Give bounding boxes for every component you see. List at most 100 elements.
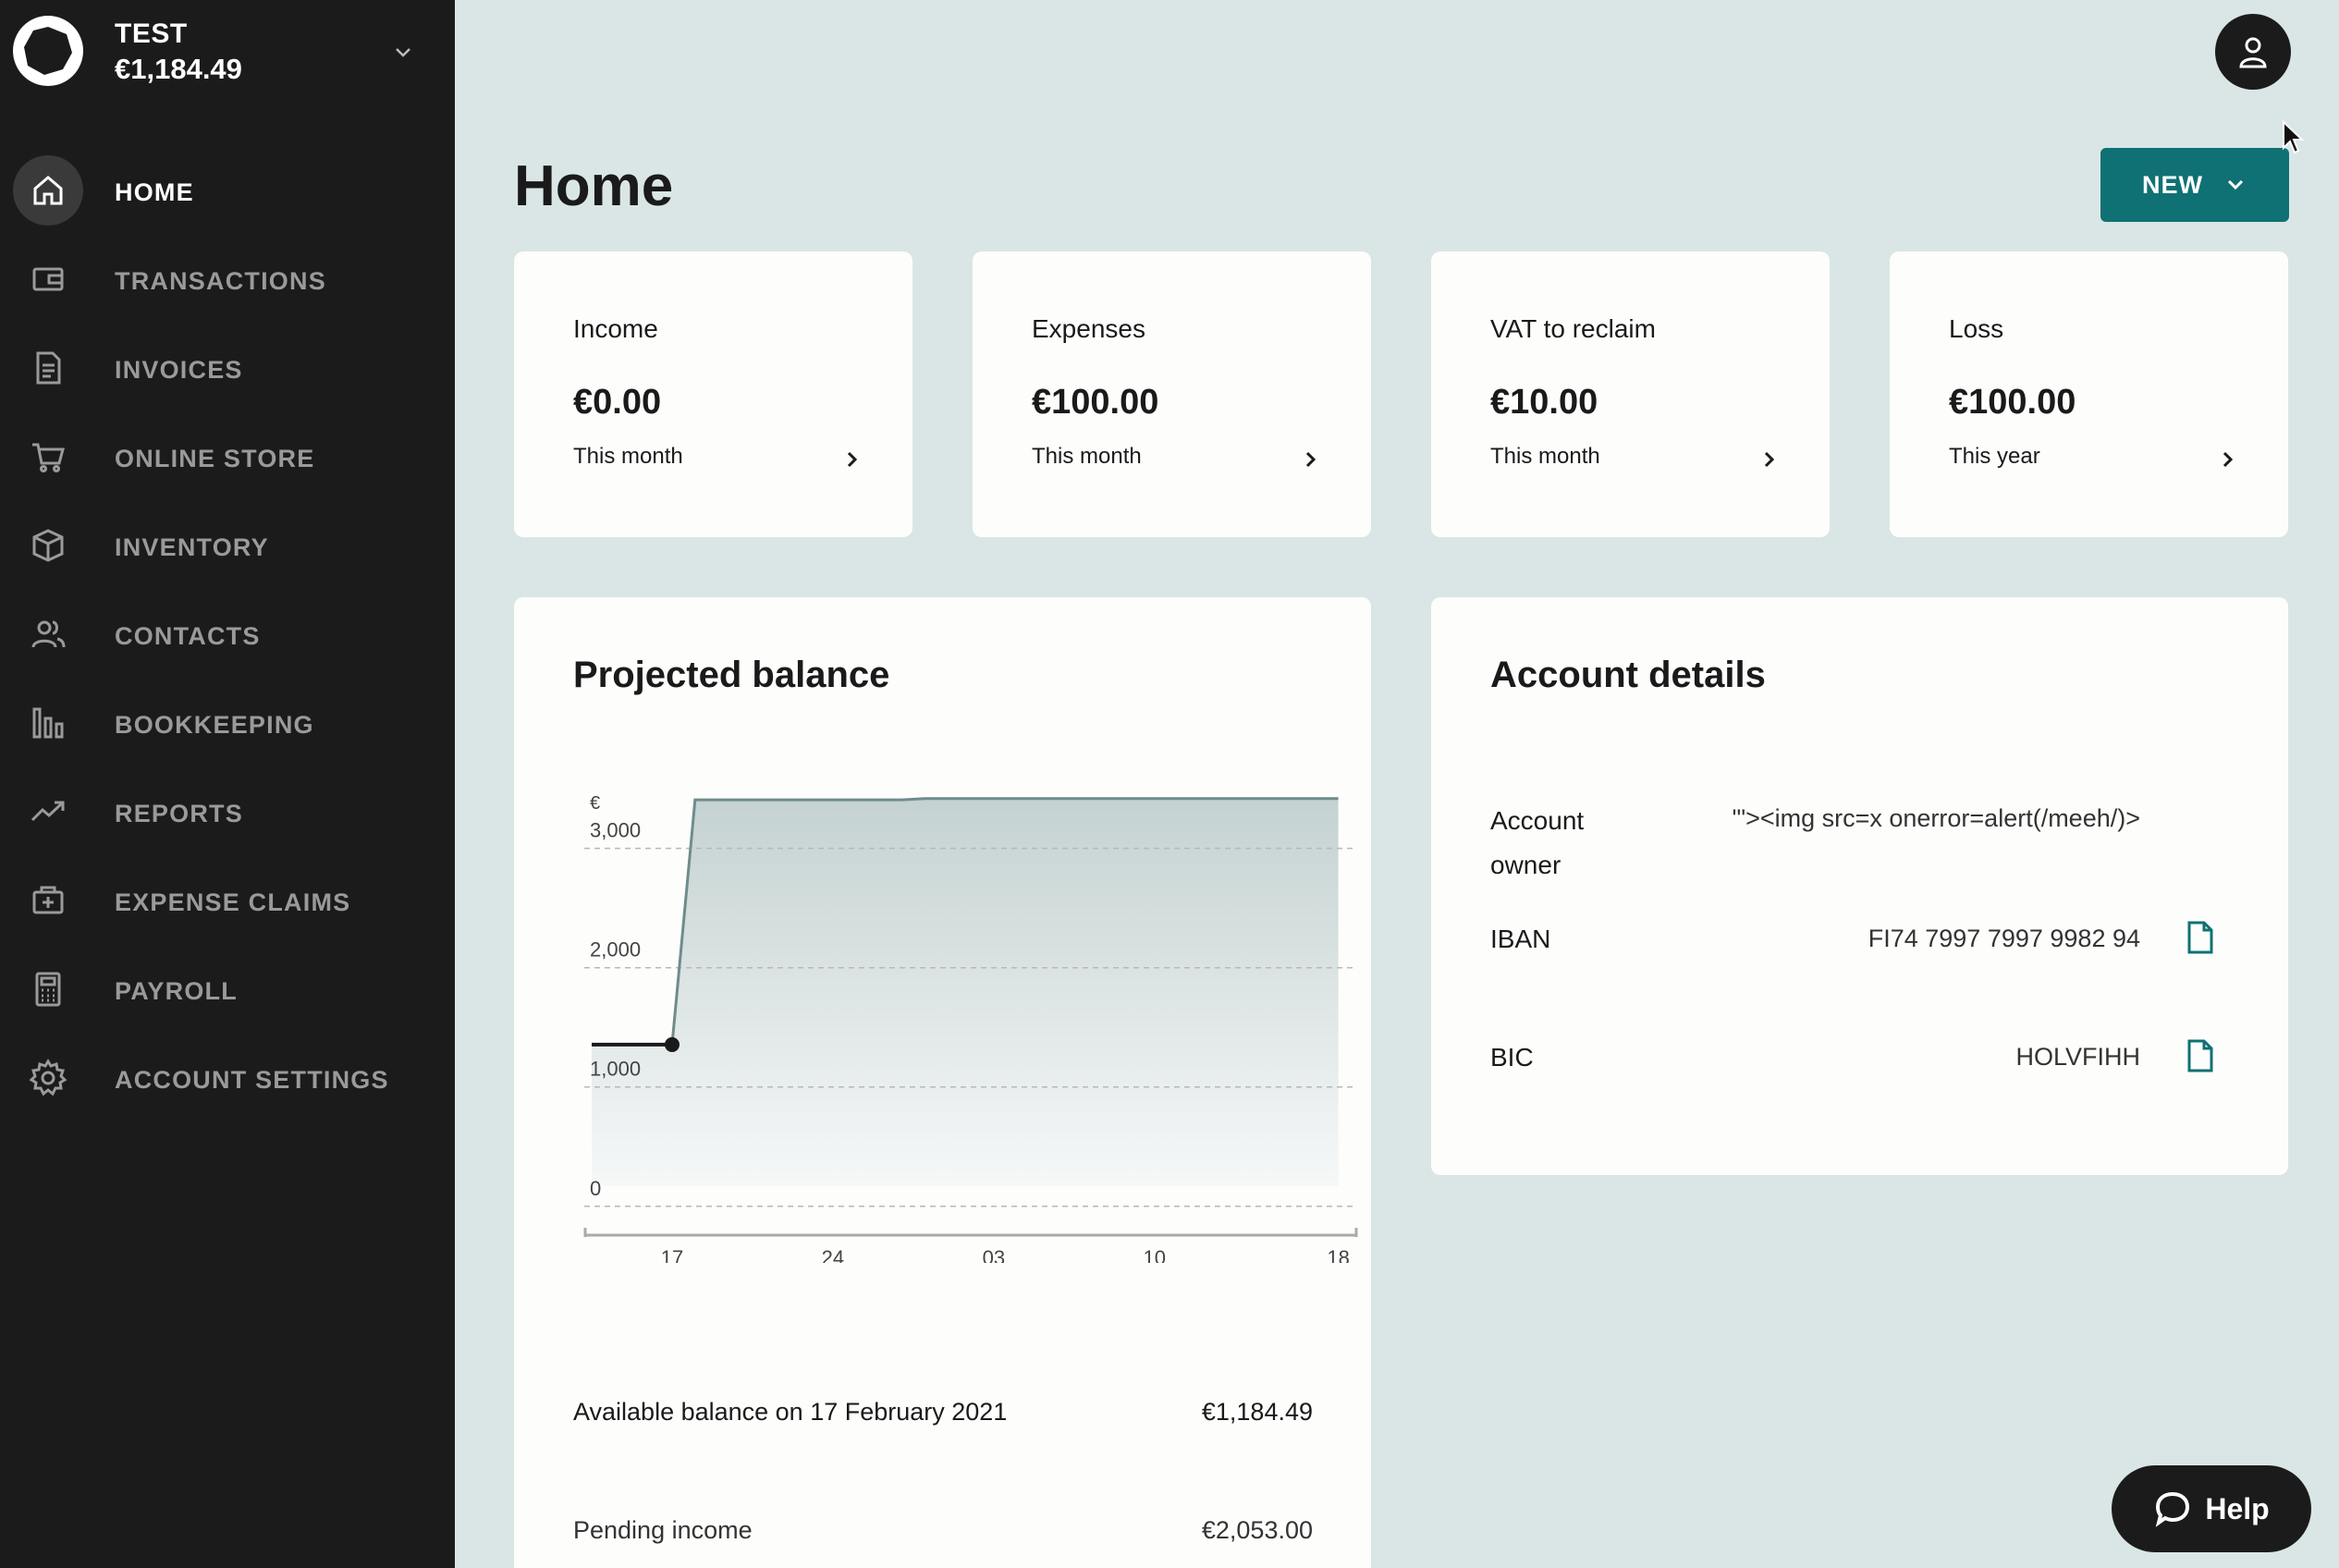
available-balance-label: Available balance on 17 February 2021 (573, 1398, 1008, 1426)
stat-card-vat[interactable]: VAT to reclaim €10.00 This month (1431, 251, 1830, 537)
pending-income-value: €2,053.00 (1201, 1516, 1313, 1544)
sidebar-item-label: CONTACTS (115, 621, 261, 650)
user-icon (2239, 37, 2267, 68)
sidebar-item-label: REPORTS (115, 799, 243, 827)
sidebar-item-online-store[interactable]: ONLINE STORE (0, 414, 455, 503)
chevron-right-icon (2223, 451, 2234, 468)
y-tick-label: 2,000 (590, 938, 641, 962)
available-balance-value: €1,184.49 (1201, 1398, 1313, 1426)
users-icon (13, 599, 83, 669)
projected-balance-chart: €01,0002,0003,00017Feb2403Mar1018 (583, 793, 1358, 1263)
sidebar-item-expense-claims[interactable]: EXPENSE CLAIMS (0, 858, 455, 947)
sidebar-nav: HOME TRANSACTIONS INVOICES ONLINE STORE … (0, 148, 455, 1124)
account-owner-value: '"><img src=x onerror=alert(/meeh/)> (1732, 804, 2140, 832)
sidebar-item-bookkeeping[interactable]: BOOKKEEPING (0, 680, 455, 769)
document-icon (13, 333, 83, 403)
chevron-down-icon (2227, 179, 2244, 190)
mouse-cursor-icon (2283, 120, 2304, 154)
x-tick-label: 17 (661, 1246, 683, 1263)
panel-title: Account details (1490, 655, 1766, 695)
panel-title: Projected balance (573, 655, 890, 695)
sidebar-item-label: EXPENSE CLAIMS (115, 888, 351, 916)
stat-period: This month (1490, 444, 1600, 469)
wallet-icon (13, 244, 83, 314)
sidebar-item-label: ONLINE STORE (115, 444, 315, 472)
sidebar-item-label: HOME (115, 178, 194, 206)
y-tick-label: 3,000 (590, 819, 641, 842)
new-button-label: NEW (2142, 170, 2203, 199)
account-balance: €1,184.49 (115, 53, 242, 85)
copy-iban-icon[interactable] (2182, 919, 2219, 956)
calculator-icon (13, 954, 83, 1024)
projected-area (592, 798, 1339, 1186)
stat-card-loss[interactable]: Loss €100.00 This year (1890, 251, 2288, 537)
iban-value: FI74 7997 7997 9982 94 (1868, 925, 2140, 952)
home-icon (13, 155, 83, 226)
chevron-down-icon[interactable] (388, 37, 418, 67)
box-icon (13, 510, 83, 581)
new-button[interactable]: NEW (2100, 148, 2289, 222)
copy-bic-icon[interactable] (2182, 1037, 2219, 1074)
projected-balance-panel: Projected balance €01,0002,0003,00017Feb… (514, 597, 1371, 1568)
sidebar: TEST €1,184.49 HOME TRANSACTIONS INVOICE… (0, 0, 455, 1568)
stat-period: This month (1032, 444, 1142, 469)
sidebar-item-payroll[interactable]: PAYROLL (0, 947, 455, 1035)
sidebar-item-inventory[interactable]: INVENTORY (0, 503, 455, 592)
bar-chart-icon (13, 688, 83, 758)
sidebar-item-home[interactable]: HOME (0, 148, 455, 237)
pending-income-row: Pending income €2,053.00 (573, 1516, 1313, 1545)
sidebar-item-transactions[interactable]: TRANSACTIONS (0, 237, 455, 325)
stat-label: Expenses (1032, 314, 1145, 343)
brand-logo-icon (13, 16, 83, 86)
chevron-right-icon (1305, 451, 1316, 468)
cart-icon (13, 422, 83, 492)
chat-bubble-icon (2156, 1491, 2190, 1527)
help-label: Help (2205, 1491, 2270, 1525)
x-tick-label: 24 (822, 1246, 844, 1263)
sidebar-item-reports[interactable]: REPORTS (0, 769, 455, 858)
chevron-right-icon (847, 451, 858, 468)
pending-income-label: Pending income (573, 1516, 753, 1544)
stat-label: Income (573, 314, 658, 343)
trend-icon (13, 777, 83, 847)
sidebar-item-label: PAYROLL (115, 976, 238, 1005)
sidebar-item-invoices[interactable]: INVOICES (0, 325, 455, 414)
page-title: Home (514, 154, 674, 218)
stat-period: This year (1949, 444, 2040, 469)
user-avatar-button[interactable] (2215, 14, 2291, 90)
sidebar-item-label: INVENTORY (115, 533, 269, 561)
y-tick-label: 0 (590, 1177, 601, 1200)
stat-label: Loss (1949, 314, 2004, 343)
stat-value: €10.00 (1490, 383, 1598, 422)
x-tick-label: 10 (1144, 1246, 1166, 1263)
account-switcher[interactable]: TEST €1,184.49 (0, 0, 455, 106)
stat-card-income[interactable]: Income €0.00 This month (514, 251, 912, 537)
stat-period: This month (573, 444, 683, 469)
y-axis-unit-label: € (590, 793, 600, 814)
account-name: TEST (115, 18, 188, 49)
iban-label: IBAN (1490, 925, 1551, 953)
help-button[interactable]: Help (2112, 1465, 2311, 1552)
stat-value: €0.00 (573, 383, 662, 422)
sidebar-item-account-settings[interactable]: ACCOUNT SETTINGS (0, 1035, 455, 1124)
x-tick-label: 03 (983, 1246, 1005, 1263)
bic-label: BIC (1490, 1043, 1534, 1072)
expense-icon (13, 865, 83, 936)
stat-value: €100.00 (1032, 383, 1159, 422)
main-content: Home NEW Income €0.00 This month Expense… (455, 0, 2339, 1568)
stat-card-expenses[interactable]: Expenses €100.00 This month (973, 251, 1371, 537)
bic-value: HOLVFIHH (2015, 1043, 2140, 1071)
sidebar-item-label: TRANSACTIONS (115, 266, 326, 295)
sidebar-item-label: ACCOUNT SETTINGS (115, 1065, 389, 1094)
account-details-panel: Account details Account owner '"><img sr… (1431, 597, 2288, 1175)
stat-label: VAT to reclaim (1490, 314, 1656, 343)
account-owner-label: Account owner (1490, 806, 1585, 879)
available-balance-row: Available balance on 17 February 2021 €1… (573, 1398, 1313, 1427)
chevron-right-icon (1764, 451, 1775, 468)
x-tick-label: 18 (1327, 1246, 1349, 1263)
sidebar-item-label: BOOKKEEPING (115, 710, 314, 739)
sidebar-item-contacts[interactable]: CONTACTS (0, 592, 455, 680)
stat-value: €100.00 (1949, 383, 2076, 422)
y-tick-label: 1,000 (590, 1058, 641, 1081)
gear-icon (13, 1043, 83, 1113)
